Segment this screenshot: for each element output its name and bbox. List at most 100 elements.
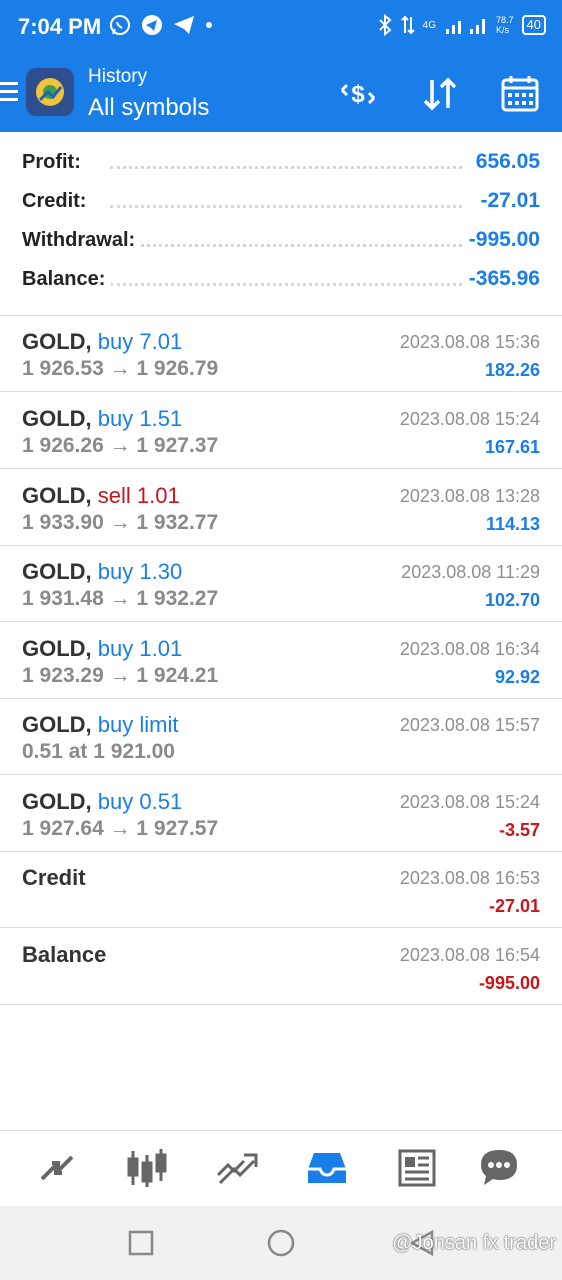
trade-profit: 102.70 <box>484 590 540 610</box>
bottom-navigation <box>0 1130 562 1206</box>
telegram-icon <box>142 15 162 35</box>
trade-action: buy 0.51 <box>97 789 183 814</box>
trade-prices: 1 926.53 → 1 926.79 <box>22 357 219 380</box>
trade-date: 2023.08.08 11:29 <box>401 562 540 582</box>
system-navigation: @Jonsan fx trader <box>0 1206 562 1280</box>
trade-action: sell 1.01 <box>97 483 180 508</box>
summary-value: -365.96 <box>462 267 540 291</box>
history-icon[interactable] <box>304 1145 350 1191</box>
trade-prices: 1 931.48 → 1 932.27 <box>22 587 219 610</box>
bluetooth-icon <box>378 13 392 37</box>
app-bar: History All symbols $ <box>0 56 562 132</box>
trade-symbol: Credit <box>22 865 86 890</box>
news-icon[interactable] <box>394 1145 440 1191</box>
trade-prices: 1 926.26 → 1 927.37 <box>22 434 219 457</box>
trade-row[interactable]: GOLD, buy 1.01 1 923.29 → 1 924.21 2023.… <box>0 623 562 699</box>
trade-symbol: GOLD, <box>22 483 92 508</box>
deposit-withdraw-icon[interactable]: $ <box>338 74 378 114</box>
home-icon[interactable] <box>266 1228 296 1258</box>
trade-prices: 0.51 at 1 921.00 <box>22 740 175 763</box>
trade-profit: 182.26 <box>484 360 540 380</box>
summary-credit: Credit: -27.01 <box>0 181 562 220</box>
trade-icon[interactable] <box>214 1145 260 1191</box>
credit-row[interactable]: Credit 2023.08.08 16:53 -27.01 <box>0 852 562 928</box>
trade-symbol-line: GOLD, buy 7.01 <box>22 329 182 355</box>
trade-date: 2023.08.08 16:53 <box>399 868 540 888</box>
order-row[interactable]: GOLD, buy limit 0.51 at 1 921.00 2023.08… <box>0 699 562 775</box>
trade-profit: -995.00 <box>478 973 540 993</box>
trade-row[interactable]: GOLD, sell 1.01 1 933.90 → 1 932.77 2023… <box>0 470 562 546</box>
dot-icon <box>206 22 212 28</box>
trade-symbol: Balance <box>22 942 107 967</box>
svg-text:$: $ <box>351 81 365 108</box>
trade-date: 2023.08.08 13:28 <box>399 486 540 506</box>
trade-prices: 1 933.90 → 1 932.77 <box>22 511 219 534</box>
trade-prices: 1 923.29 → 1 924.21 <box>22 664 219 687</box>
trade-date: 2023.08.08 15:24 <box>399 792 540 812</box>
net-speed-unit: K/s <box>496 25 510 35</box>
notification-icons <box>108 13 214 37</box>
balance-row[interactable]: Balance 2023.08.08 16:54 -995.00 <box>0 929 562 1005</box>
trade-profit: -27.01 <box>488 896 540 916</box>
trade-symbol: GOLD, <box>22 329 92 354</box>
trade-date: 2023.08.08 15:36 <box>399 332 540 352</box>
menu-icon[interactable] <box>0 82 18 104</box>
trade-symbol: GOLD, <box>22 559 92 584</box>
trade-profit: 114.13 <box>485 514 540 534</box>
trade-row[interactable]: GOLD, buy 1.51 1 926.26 → 1 927.37 2023.… <box>0 393 562 469</box>
trade-action: buy 1.51 <box>97 406 183 431</box>
trade-date: 2023.08.08 16:54 <box>399 945 540 965</box>
trade-action: buy 1.30 <box>97 559 183 584</box>
summary-label: Profit: <box>22 151 87 174</box>
dot-leader <box>110 283 462 286</box>
status-bar: 7:04 PM 4G 78.7 K/s 40 <box>0 0 562 56</box>
summary-label: Withdrawal: <box>22 229 142 252</box>
trade-symbol-line: GOLD, buy 1.30 <box>22 559 182 585</box>
trade-symbol-line: GOLD, buy limit <box>22 712 178 738</box>
battery-icon: 40 <box>521 15 546 35</box>
app-bar-title[interactable]: All symbols <box>88 94 209 122</box>
summary-value: -995.00 <box>462 228 540 252</box>
trade-prices: 1 927.64 → 1 927.57 <box>22 817 219 840</box>
dot-leader <box>110 166 462 169</box>
trade-profit: -3.57 <box>498 820 540 840</box>
trade-action: buy 7.01 <box>97 329 183 354</box>
trade-date: 2023.08.08 15:57 <box>399 715 540 735</box>
recent-apps-icon[interactable] <box>128 1230 154 1256</box>
messages-icon[interactable] <box>476 1145 522 1191</box>
chart-icon[interactable] <box>124 1145 170 1191</box>
history-summary: Profit: 656.05 Credit: -27.01 Withdrawal… <box>0 142 562 298</box>
calendar-icon[interactable] <box>500 74 540 114</box>
network-type: 4G <box>422 19 436 31</box>
dot-leader <box>110 244 462 247</box>
summary-label: Credit: <box>22 190 93 213</box>
net-speed: 78.7 K/s <box>496 15 514 35</box>
watermark: @Jonsan fx trader <box>392 1232 556 1254</box>
trade-profit: 167.61 <box>484 437 540 457</box>
summary-label: Balance: <box>22 268 112 291</box>
summary-value: 656.05 <box>469 150 540 174</box>
trade-profit: 92.92 <box>494 667 540 687</box>
trade-symbol: GOLD, <box>22 789 92 814</box>
trade-symbol: GOLD, <box>22 636 92 661</box>
system-icons: 4G 78.7 K/s 40 <box>377 13 546 37</box>
trade-symbol-line: GOLD, sell 1.01 <box>22 483 180 509</box>
trade-symbol-line: GOLD, buy 1.51 <box>22 406 182 432</box>
dot-leader <box>110 205 462 208</box>
trade-symbol-line: GOLD, buy 1.01 <box>22 636 182 662</box>
net-speed-value: 78.7 <box>496 15 514 25</box>
summary-value: -27.01 <box>474 189 540 213</box>
trade-row[interactable]: GOLD, buy 7.01 1 926.53 → 1 926.79 2023.… <box>0 316 562 392</box>
metatrader-logo <box>26 68 74 116</box>
trade-row[interactable]: GOLD, buy 1.30 1 931.48 → 1 932.27 2023.… <box>0 546 562 622</box>
trade-symbol: GOLD, <box>22 712 92 737</box>
summary-balance: Balance: -365.96 <box>0 259 562 298</box>
quotes-icon[interactable] <box>34 1145 80 1191</box>
status-time: 7:04 PM <box>18 14 102 39</box>
trade-action: buy 1.01 <box>97 636 183 661</box>
trade-action: buy limit <box>97 712 179 737</box>
trade-row[interactable]: GOLD, buy 0.51 1 927.64 → 1 927.57 2023.… <box>0 776 562 852</box>
trade-symbol: GOLD, <box>22 406 92 431</box>
sort-icon[interactable] <box>420 74 460 114</box>
signal-icon <box>446 19 485 34</box>
